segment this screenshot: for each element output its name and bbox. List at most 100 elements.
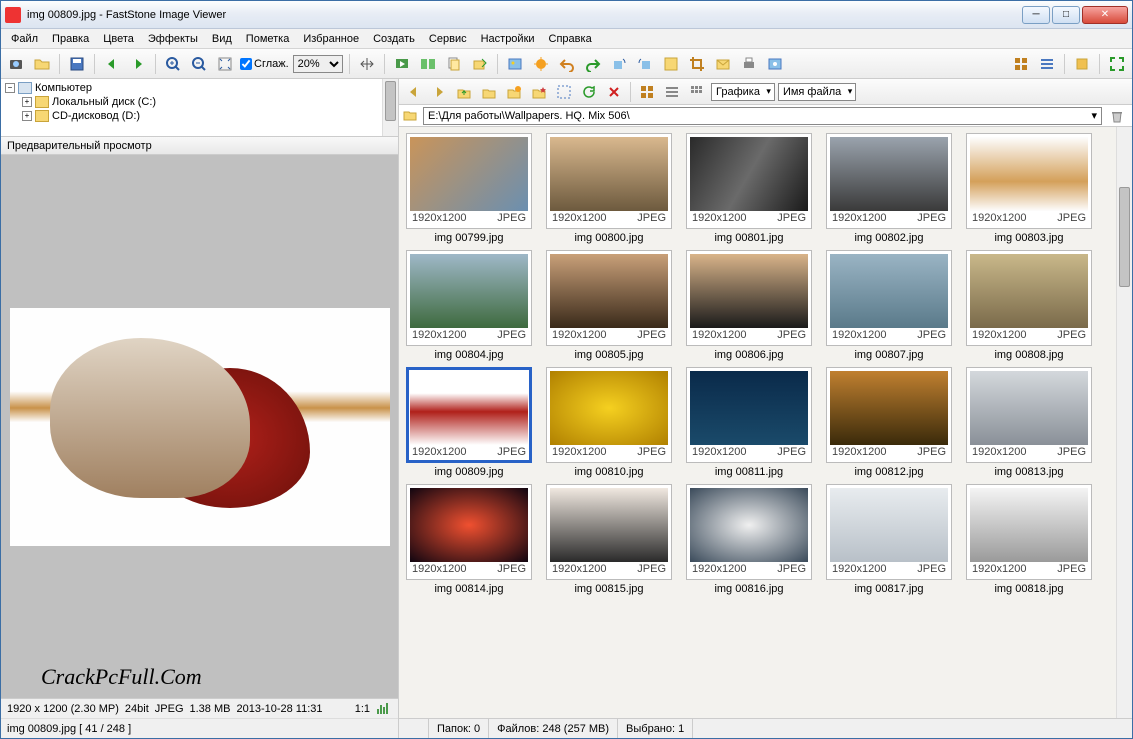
- thumbnail[interactable]: 1920x1200JPEGimg 00812.jpg: [823, 367, 955, 478]
- thumbnail-grid[interactable]: 1920x1200JPEGimg 00799.jpg1920x1200JPEGi…: [399, 127, 1132, 718]
- back-icon[interactable]: [403, 81, 425, 103]
- slideshow-icon[interactable]: [391, 53, 413, 75]
- effects-icon[interactable]: [530, 53, 552, 75]
- compare-icon[interactable]: [417, 53, 439, 75]
- collapse-icon[interactable]: −: [5, 83, 15, 93]
- save-icon[interactable]: [66, 53, 88, 75]
- filter-select[interactable]: Графика: [711, 83, 775, 101]
- thumbnail[interactable]: 1920x1200JPEGimg 00815.jpg: [543, 484, 675, 595]
- favorites-icon[interactable]: [528, 81, 550, 103]
- email-icon[interactable]: [712, 53, 734, 75]
- undo-icon[interactable]: [556, 53, 578, 75]
- smoothing-checkbox[interactable]: [240, 58, 252, 70]
- fullscreen-icon[interactable]: [1106, 53, 1128, 75]
- wallpaper-icon[interactable]: [504, 53, 526, 75]
- expand-icon[interactable]: +: [22, 97, 32, 107]
- up-folder-icon[interactable]: [453, 81, 475, 103]
- thumbnail[interactable]: 1920x1200JPEGimg 00803.jpg: [963, 133, 1095, 244]
- thumbnail[interactable]: 1920x1200JPEGimg 00810.jpg: [543, 367, 675, 478]
- forward-icon[interactable]: [428, 81, 450, 103]
- zoom-select[interactable]: 20%: [293, 55, 343, 73]
- expand-icon[interactable]: +: [22, 111, 32, 121]
- rotate-left-icon[interactable]: [608, 53, 630, 75]
- menu-вид[interactable]: Вид: [206, 31, 238, 47]
- menu-сервис[interactable]: Сервис: [423, 31, 473, 47]
- select-all-icon[interactable]: [553, 81, 575, 103]
- pan-icon[interactable]: [356, 53, 378, 75]
- resize-icon[interactable]: [660, 53, 682, 75]
- menu-настройки[interactable]: Настройки: [475, 31, 541, 47]
- crop-icon[interactable]: [686, 53, 708, 75]
- thumbnail[interactable]: 1920x1200JPEGimg 00804.jpg: [403, 250, 535, 361]
- thumb-filename: img 00807.jpg: [854, 349, 923, 361]
- view-small-icon[interactable]: [686, 81, 708, 103]
- folder-open-icon[interactable]: [31, 53, 53, 75]
- view-list-icon[interactable]: [1036, 53, 1058, 75]
- copy-icon[interactable]: [443, 53, 465, 75]
- tree-root[interactable]: − Компьютер: [5, 81, 394, 95]
- move-icon[interactable]: [469, 53, 491, 75]
- thumb-filename: img 00801.jpg: [714, 232, 783, 244]
- thumbnail[interactable]: 1920x1200JPEGimg 00813.jpg: [963, 367, 1095, 478]
- view-large-icon[interactable]: [636, 81, 658, 103]
- view-thumbs-icon[interactable]: [1010, 53, 1032, 75]
- thumbnail[interactable]: 1920x1200JPEGimg 00800.jpg: [543, 133, 675, 244]
- preview-image[interactable]: [10, 308, 390, 546]
- tag-icon[interactable]: [1071, 53, 1093, 75]
- thumb-image: [550, 137, 668, 211]
- menu-справка[interactable]: Справка: [543, 31, 598, 47]
- smoothing-toggle[interactable]: Сглаж.: [240, 58, 289, 70]
- fit-icon[interactable]: [214, 53, 236, 75]
- thumbnail[interactable]: 1920x1200JPEGimg 00809.jpg: [403, 367, 535, 478]
- prev-icon[interactable]: [101, 53, 123, 75]
- tree-item[interactable]: + Локальный диск (C:): [5, 95, 394, 109]
- close-button[interactable]: ✕: [1082, 6, 1128, 24]
- thumbnail[interactable]: 1920x1200JPEGimg 00807.jpg: [823, 250, 955, 361]
- zoom-out-icon[interactable]: [188, 53, 210, 75]
- histogram-icon[interactable]: [376, 701, 392, 717]
- menu-файл[interactable]: Файл: [5, 31, 44, 47]
- titlebar[interactable]: img 00809.jpg - FastStone Image Viewer ─…: [1, 1, 1132, 29]
- menu-правка[interactable]: Правка: [46, 31, 95, 47]
- print-icon[interactable]: [738, 53, 760, 75]
- thumb-resolution: 1920x1200: [552, 212, 606, 225]
- thumbnail[interactable]: 1920x1200JPEGimg 00806.jpg: [683, 250, 815, 361]
- thumbnail[interactable]: 1920x1200JPEGimg 00811.jpg: [683, 367, 815, 478]
- menu-пометка[interactable]: Пометка: [240, 31, 296, 47]
- thumbnail[interactable]: 1920x1200JPEGimg 00816.jpg: [683, 484, 815, 595]
- thumbnail[interactable]: 1920x1200JPEGimg 00801.jpg: [683, 133, 815, 244]
- new-folder-icon[interactable]: [503, 81, 525, 103]
- folder-tree[interactable]: − Компьютер + Локальный диск (C:) + CD-д…: [1, 79, 398, 137]
- menu-цвета[interactable]: Цвета: [97, 31, 140, 47]
- thumbnail[interactable]: 1920x1200JPEGimg 00799.jpg: [403, 133, 535, 244]
- view-details-icon[interactable]: [661, 81, 683, 103]
- reload-icon[interactable]: [578, 81, 600, 103]
- rotate-right-icon[interactable]: [634, 53, 656, 75]
- menu-эффекты[interactable]: Эффекты: [142, 31, 204, 47]
- menubar: ФайлПравкаЦветаЭффектыВидПометкаИзбранно…: [1, 29, 1132, 49]
- thumbs-scrollbar[interactable]: [1116, 127, 1132, 718]
- tree-scrollbar[interactable]: [382, 79, 398, 136]
- trash-icon[interactable]: [1106, 105, 1128, 127]
- menu-избранное[interactable]: Избранное: [297, 31, 365, 47]
- redo-icon[interactable]: [582, 53, 604, 75]
- delete-icon[interactable]: [603, 81, 625, 103]
- thumbnail[interactable]: 1920x1200JPEGimg 00817.jpg: [823, 484, 955, 595]
- thumbnail[interactable]: 1920x1200JPEGimg 00808.jpg: [963, 250, 1095, 361]
- thumbnail[interactable]: 1920x1200JPEGimg 00814.jpg: [403, 484, 535, 595]
- thumbnail[interactable]: 1920x1200JPEGimg 00818.jpg: [963, 484, 1095, 595]
- tree-item[interactable]: + CD-дисковод (D:): [5, 109, 394, 123]
- path-input[interactable]: E:\Для работы\Wallpapers. HQ. Mix 506\ ▾: [423, 107, 1102, 125]
- thumbnail[interactable]: 1920x1200JPEGimg 00802.jpg: [823, 133, 955, 244]
- acquire-icon[interactable]: [5, 53, 27, 75]
- maximize-button[interactable]: □: [1052, 6, 1080, 24]
- zoom-in-icon[interactable]: [162, 53, 184, 75]
- settings-icon[interactable]: [764, 53, 786, 75]
- menu-создать[interactable]: Создать: [367, 31, 421, 47]
- refresh-icon[interactable]: [478, 81, 500, 103]
- sort-select[interactable]: Имя файла: [778, 83, 856, 101]
- thumbnail[interactable]: 1920x1200JPEGimg 00805.jpg: [543, 250, 675, 361]
- next-icon[interactable]: [127, 53, 149, 75]
- minimize-button[interactable]: ─: [1022, 6, 1050, 24]
- preview-pane[interactable]: CrackPcFull.Com: [1, 155, 398, 698]
